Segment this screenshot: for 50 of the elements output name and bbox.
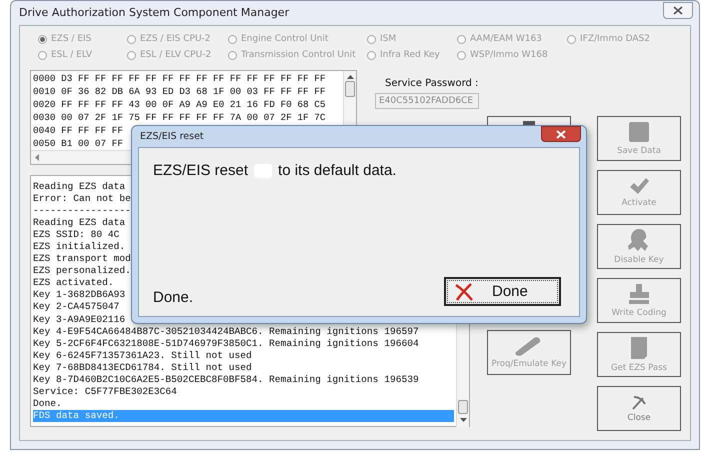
scroll-thumb[interactable] — [345, 81, 355, 97]
key-icon — [628, 228, 650, 252]
log-line: Key 8-7D460B2C10C6A2E5-B502CEBC8F0BF584. Remaining ignitions 196539 — [33, 374, 419, 386]
password-field[interactable]: E40C55102FADD6CE — [375, 93, 479, 109]
close-button[interactable] — [541, 126, 581, 142]
scroll-down-icon[interactable] — [460, 418, 466, 423]
window-title: Drive Authorization System Component Manager — [19, 6, 290, 18]
log-line: Reading EZS data — [33, 181, 126, 194]
close-button[interactable] — [663, 2, 693, 18]
log-line: EZS SSID: 80 4C — [33, 229, 120, 242]
close-icon — [673, 6, 683, 14]
scroll-thumb[interactable] — [458, 400, 468, 414]
pickaxe-icon — [631, 394, 647, 410]
square-icon — [628, 121, 650, 143]
log-line: Reading EZS data — [33, 217, 126, 230]
close-icon — [556, 130, 566, 138]
close-button[interactable]: Close — [597, 386, 681, 431]
log-line: Key 1-3682DB6A93 — [33, 289, 126, 302]
log-line: Key 6-6245F71357361A23. Still not used — [33, 350, 252, 362]
log-line: Key 2-CA4575047 — [33, 301, 120, 314]
hex-row: 0000 D3 FF FF FF FF FF FF FF FF FF FF FF FF FF FF FF — [33, 72, 326, 85]
hex-row: 0020 FF FF FF FF 43 00 0F A9 A9 E0 21 16 FD F0 68 C5 — [33, 98, 326, 111]
dialog-title: EZS/EIS reset — [140, 131, 204, 142]
scroll-left-icon[interactable] — [34, 154, 39, 161]
log-line: Service: C5F77FBE302E3C64 — [33, 386, 177, 398]
log-line: Key 3-A9A9E02116 — [33, 314, 126, 326]
log-line: EZS initialized. — [33, 241, 126, 254]
hex-row: 0040 FF FF FF FF — [33, 124, 124, 137]
log-line: EZS transport mod — [33, 253, 131, 266]
log-line: Key 5-2CF6F4FC6321808E-51D746979F3850C1. Remaining ignitions 196604 — [33, 338, 419, 350]
dialog-message: EZS/EIS reset — [153, 162, 248, 179]
hex-row: 0050 B1 00 07 FF — [33, 137, 124, 150]
hex-row: 0030 00 07 2F 1F 75 FF FF FF FF FF 7A 00 07 2F 1F 7C — [33, 111, 326, 124]
status-text: Done. — [153, 289, 194, 306]
scroll-up-icon[interactable] — [346, 74, 354, 79]
log-line: EZS activated. — [33, 277, 114, 290]
checkmark-icon — [629, 177, 649, 195]
dialog-message: to its default data. — [278, 162, 396, 179]
card-icon — [630, 336, 648, 360]
hex-row: 0010 0F 36 82 DB 6A 93 ED D3 68 1F 00 03 FF FF FF FF — [33, 85, 326, 98]
log-line: Done. — [33, 398, 62, 410]
done-button[interactable]: Done — [444, 277, 561, 306]
log-line: Error: Can not be — [33, 193, 131, 206]
field-label: Service Password : — [384, 78, 479, 89]
log-line: ----------------- — [33, 205, 131, 218]
stamp-icon — [627, 283, 651, 305]
log-line: Key 7-68BD8413ECD61784. Still not used — [33, 362, 252, 374]
cross-icon — [454, 282, 474, 300]
log-line: EZS personalized. — [33, 265, 131, 278]
log-line: Key 4-E9F54CA66484B87C-30521034424BABC6. Remaining ignitions 196597 — [33, 326, 419, 338]
